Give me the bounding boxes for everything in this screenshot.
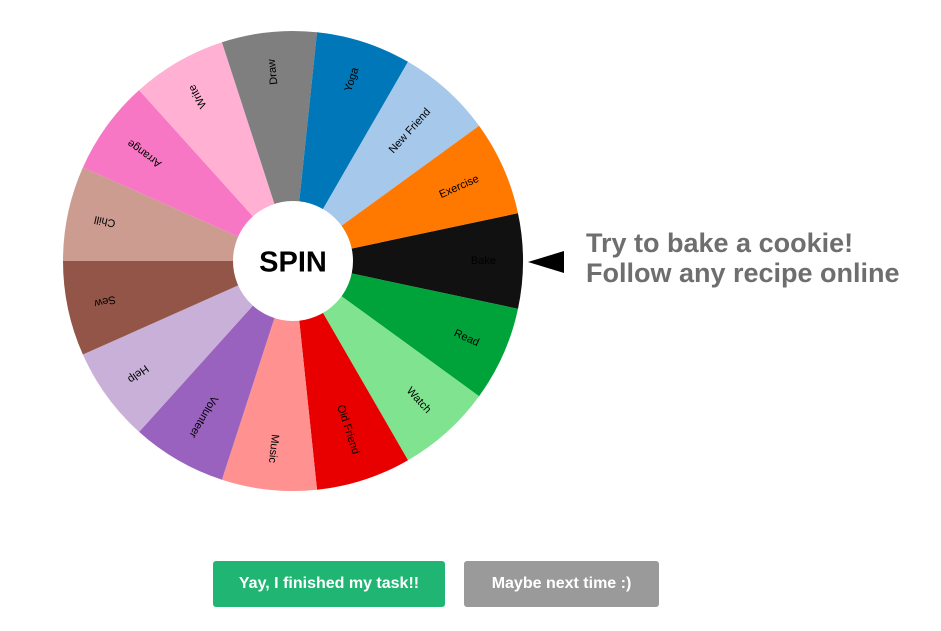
result-title: Try to bake a cookie! bbox=[586, 228, 854, 258]
wheel-segment-label: Bake bbox=[471, 255, 496, 267]
finished-task-button[interactable]: Yay, I finished my task!! bbox=[213, 561, 445, 607]
spin-wheel[interactable]: BakeReadWatchOld FriendMusicVolunteerHel… bbox=[0, 0, 560, 530]
wheel-pointer-arrow-icon bbox=[528, 251, 564, 273]
spin-wheel-app: Bake Read Watch Old Friend Music Volunteer Hel… bbox=[0, 0, 941, 631]
result-subtitle: Follow any recipe online bbox=[586, 258, 900, 288]
spin-button[interactable]: SPIN bbox=[233, 201, 353, 321]
maybe-next-time-button[interactable]: Maybe next time :) bbox=[464, 561, 659, 607]
result-message: Try to bake a cookie! Follow any recipe … bbox=[586, 228, 936, 288]
spin-label[interactable]: SPIN bbox=[259, 247, 327, 279]
